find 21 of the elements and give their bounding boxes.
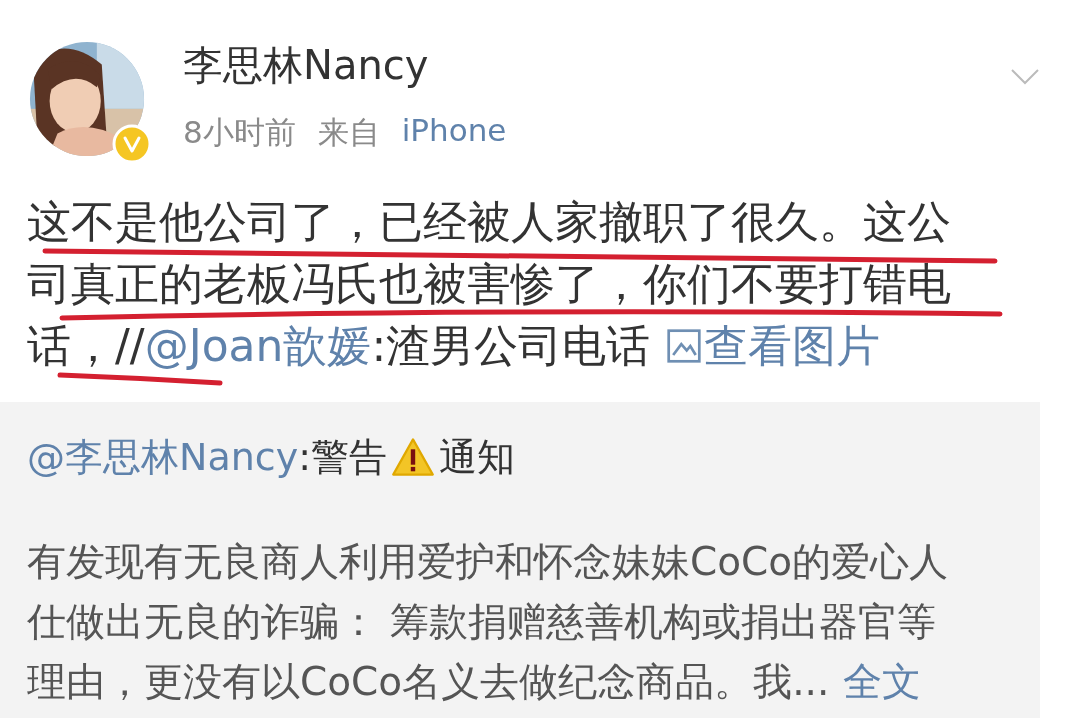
post-text-line: 话，// bbox=[27, 320, 145, 372]
post-text-line: 这不是他公司了，已经被人家撤职了很久。这公 bbox=[27, 196, 951, 248]
post-time: 8小时前 bbox=[183, 113, 296, 152]
source-label: 来自 bbox=[317, 113, 380, 152]
repost-text-line: 理由，更没有以CoCo名义去做纪念商品。我... bbox=[27, 658, 830, 706]
view-image-link[interactable]: 查看图片 bbox=[704, 320, 881, 372]
chevron-down-icon[interactable] bbox=[1010, 68, 1040, 86]
repost-title: :警告 bbox=[298, 434, 387, 481]
mention-link[interactable]: @李思林Nancy bbox=[27, 432, 299, 482]
repost-title: 通知 bbox=[439, 434, 515, 481]
post-text-line: 司真正的老板冯氏也被害惨了，你们不要打错电 bbox=[27, 258, 951, 310]
mention-link[interactable]: @Joan歆媛 bbox=[144, 320, 372, 372]
warning-icon bbox=[391, 437, 435, 477]
source-link[interactable]: iPhone bbox=[401, 112, 507, 154]
repost-text-line: 仕做出无良的诈骗： 筹款捐赠慈善机构或捐出器官等 bbox=[27, 598, 937, 646]
verified-badge-icon bbox=[112, 124, 152, 164]
post-text-line: :渣男公司电话 bbox=[371, 320, 651, 372]
author-name[interactable]: 李思林Nancy bbox=[183, 40, 507, 90]
full-text-link[interactable]: 全文 bbox=[843, 652, 922, 712]
repost-text-line: 有发现有无良商人利用爱护和怀念妹妹CoCo的爱心人 bbox=[27, 538, 949, 586]
image-icon[interactable] bbox=[666, 328, 703, 364]
